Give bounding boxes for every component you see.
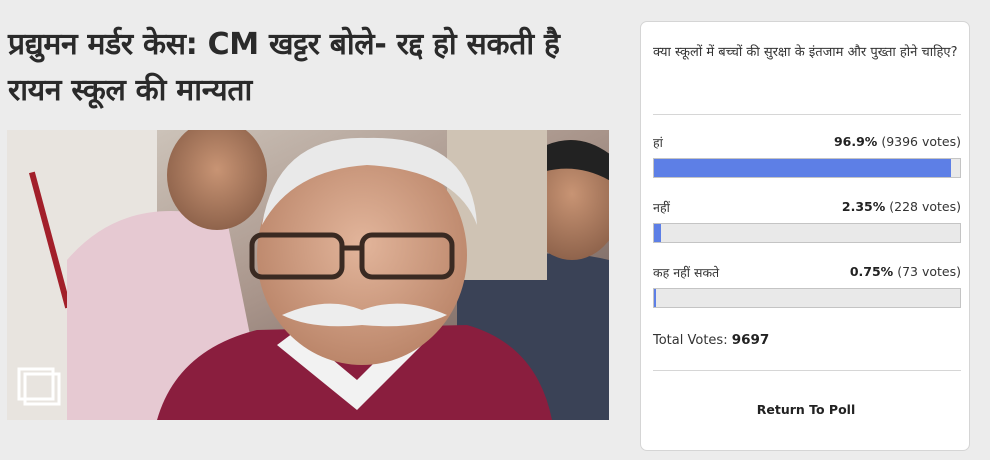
photo-illustration: [7, 130, 609, 420]
option-percent: 0.75%: [849, 264, 894, 279]
article: प्रद्युमन मर्डर केस: CM खट्टर बोले- रद्द…: [0, 0, 630, 460]
result-bar-fill: [654, 224, 662, 242]
poll-option-no: नहीं 2.35% (228 votes): [653, 199, 961, 249]
poll-option-cant-say: कह नहीं सकते 0.75% (73 votes): [653, 264, 961, 314]
article-photo[interactable]: [7, 130, 609, 420]
poll-question: क्या स्कूलों में बच्चों की सुरक्षा के इं…: [653, 45, 958, 60]
result-bar-track: [653, 223, 961, 243]
result-bar-track: [653, 288, 961, 308]
option-votes: (228 votes): [889, 199, 961, 214]
option-percent: 96.9%: [833, 134, 878, 149]
poll-option-yes: हां 96.9% (9396 votes): [653, 134, 961, 184]
total-votes-label: Total Votes:: [653, 333, 728, 348]
return-to-poll-button[interactable]: Return To Poll: [641, 402, 971, 417]
option-label: कह नहीं सकते: [653, 265, 720, 280]
result-bar-fill: [654, 289, 657, 307]
headline[interactable]: प्रद्युमन मर्डर केस: CM खट्टर बोले- रद्द…: [8, 22, 618, 114]
poll-widget: क्या स्कूलों में बच्चों की सुरक्षा के इं…: [640, 21, 970, 451]
page: प्रद्युमन मर्डर केस: CM खट्टर बोले- रद्द…: [0, 0, 990, 460]
result-bar-track: [653, 158, 961, 178]
total-votes-value: 9697: [731, 332, 770, 348]
option-percent: 2.35%: [841, 199, 886, 214]
option-label: नहीं: [653, 200, 670, 215]
divider: [653, 370, 961, 371]
option-votes: (9396 votes): [881, 134, 961, 149]
option-votes: (73 votes): [897, 264, 961, 279]
total-votes: Total Votes: 9697: [653, 332, 769, 348]
divider: [653, 114, 961, 115]
gallery-icon[interactable]: [16, 366, 62, 406]
option-label: हां: [653, 135, 663, 150]
result-bar-fill: [654, 159, 951, 177]
